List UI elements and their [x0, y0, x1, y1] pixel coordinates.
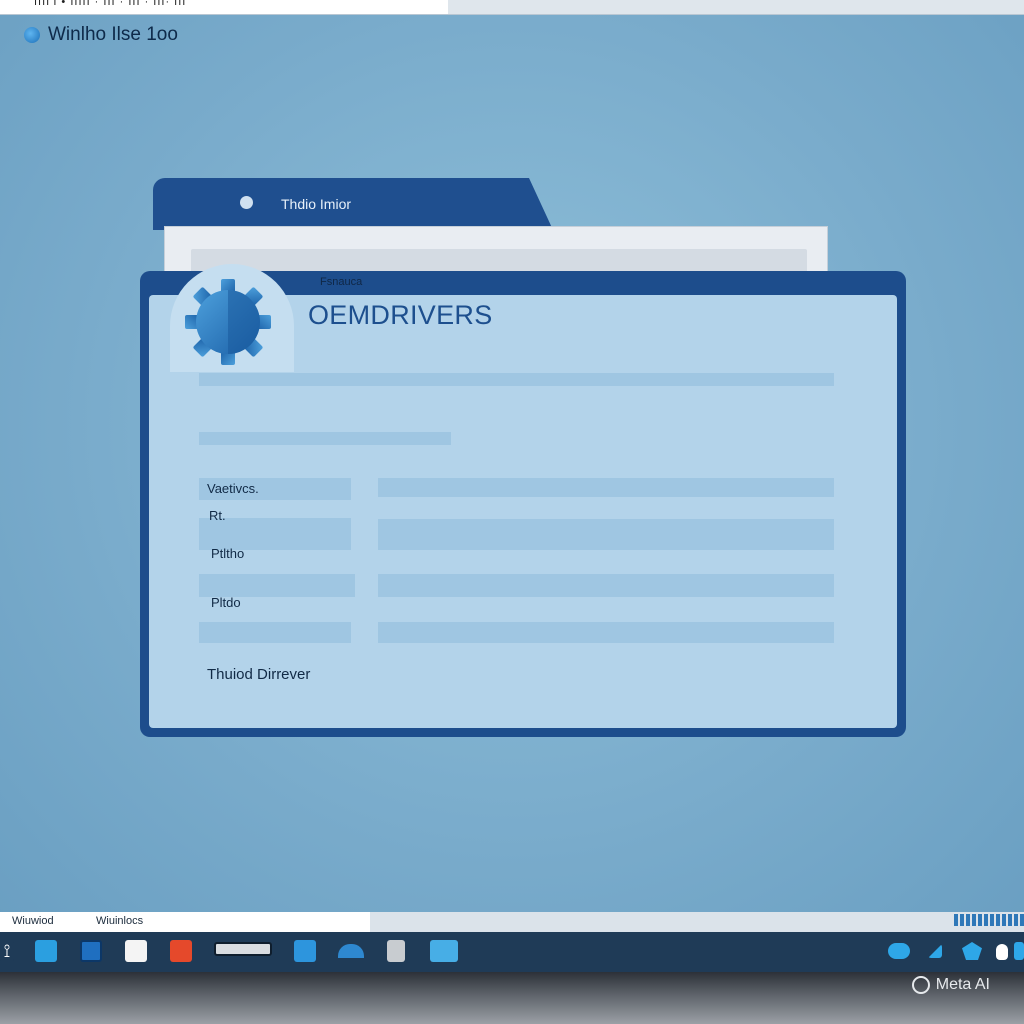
app-title: Winlho Ilse 1oo	[24, 24, 178, 46]
tray-network-icon[interactable]	[1014, 942, 1024, 960]
top-bar-text: IIII'I • IIIII · III · III · III· III	[34, 0, 187, 8]
pin-icon[interactable]: ⟟	[0, 940, 14, 962]
grid-icon[interactable]	[80, 940, 102, 962]
taskbar: ⟟	[0, 932, 1024, 972]
tray-arrow-icon[interactable]	[928, 944, 942, 958]
back-tab-dot-icon	[240, 196, 253, 209]
row-label: Rt.	[209, 508, 226, 523]
tray-drop-icon[interactable]	[996, 944, 1008, 960]
row-label: Pltdo	[211, 595, 241, 610]
row-value-field[interactable]	[378, 622, 834, 643]
tray-puzzle-icon[interactable]	[962, 942, 982, 960]
row-label-bg	[199, 574, 355, 597]
top-bar: IIII'I • IIIII · III · III · III· III	[0, 0, 1024, 15]
window-header-label: Fsnauca	[320, 276, 363, 288]
status-text-2: Wiuinlocs	[96, 915, 144, 927]
description-bar	[199, 373, 834, 386]
app-title-text: Winlho Ilse 1oo	[48, 24, 178, 45]
back-tab-label: Thdio Imior	[281, 196, 352, 212]
row-label: Vaetivcs.	[207, 481, 259, 496]
row-value-field[interactable]	[378, 574, 834, 597]
status-text-1: Wiuwiod	[12, 915, 54, 927]
subheading-bar	[199, 432, 451, 445]
notes-icon[interactable]	[125, 940, 147, 962]
watermark: Meta AI	[911, 976, 990, 994]
status-strip-indicator	[954, 914, 1024, 926]
app-logo-icon	[24, 27, 40, 43]
explorer-icon[interactable]	[294, 940, 316, 962]
meta-ai-ring-icon	[911, 976, 930, 994]
window-bar-icon[interactable]	[214, 942, 272, 956]
row-label-bg	[199, 622, 351, 643]
terminal-icon[interactable]	[430, 940, 458, 962]
back-sheet-bar	[191, 249, 807, 273]
window-footer-label: Thuiod Dirrever	[207, 666, 311, 683]
tray-chat-icon[interactable]	[888, 943, 910, 959]
status-strip-white	[0, 912, 370, 932]
row-value-field[interactable]	[378, 519, 834, 550]
office-icon[interactable]	[170, 940, 192, 962]
device-icon[interactable]	[387, 940, 405, 962]
watermark-text: Meta AI	[935, 976, 990, 993]
store-icon[interactable]	[35, 940, 57, 962]
status-strip: Wiuwiod Wiuinlocs	[0, 912, 1024, 932]
bottom-bezel	[0, 972, 1024, 1024]
gear-icon	[185, 279, 271, 365]
row-label: Ptltho	[211, 546, 245, 561]
edge-icon[interactable]	[338, 944, 364, 958]
window-title: OEMDRIVERS	[308, 300, 493, 330]
back-window-tab[interactable]: Thdio Imior	[153, 178, 553, 230]
row-value-field[interactable]	[378, 478, 834, 497]
